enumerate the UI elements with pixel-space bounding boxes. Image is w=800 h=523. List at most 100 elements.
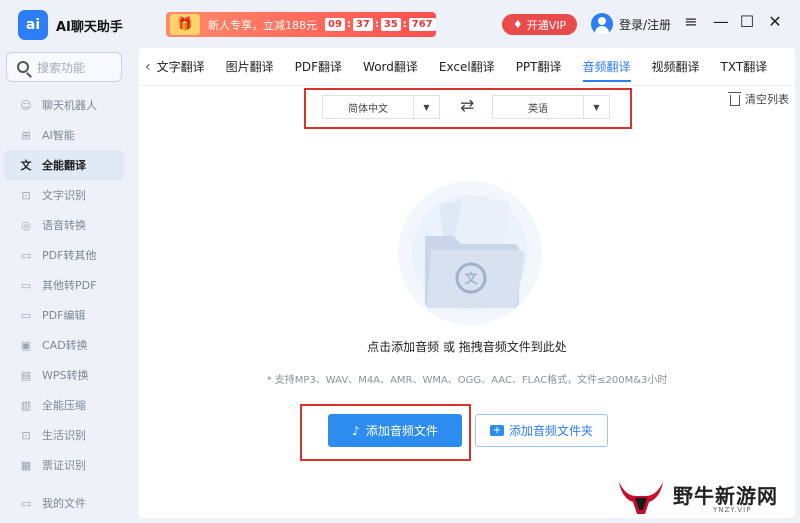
chevron-down-icon[interactable]: ▼ [413,96,439,118]
sidebar-item[interactable]: ▭ 其他转PDF [4,270,124,300]
sidebar-item[interactable]: ▭ PDF编辑 [4,300,124,330]
sidebar-item[interactable]: ▦ 票证识别 [4,450,124,480]
search-icon [17,61,29,73]
trash-icon [728,91,741,106]
target-language-value: 英语 [528,103,548,115]
text-ocr-icon: ⊡ [21,188,31,202]
sidebar-item-label: AI智能 [42,129,75,142]
folder-plus-icon: + [489,425,504,436]
menu-icon[interactable]: ≡ [680,12,702,31]
watermark-sub: YNZY.VIP [713,506,752,514]
promo-countdown: 09 : 37 : 35 : 767 [325,18,436,31]
sidebar-item[interactable]: ⊡ 文字识别 [4,180,124,210]
sidebar-item-label: 我的文件 [42,497,86,510]
robot-icon: ☺ [20,98,32,112]
tab[interactable]: Word翻译 [363,48,418,86]
sidebar: 搜索功能 ☺ 聊天机器人 ⊞ AI智能文全能翻译 ⊡ 文字识别 ◎ 语音转换 ▭ PDF转其他 ▭ 其… [0,48,133,523]
pdf-edit-icon: ▭ [20,308,32,322]
add-audio-file-label: 添加音频文件 [365,424,438,438]
cad-icon: ▣ [20,338,32,352]
sidebar-item-my-files[interactable]: ▭ 我的文件 [4,488,86,518]
swap-languages-icon[interactable]: ⇄ [460,96,474,116]
add-audio-folder-button[interactable]: + 添加音频文件夹 [475,414,608,447]
voice-icon: ◎ [21,218,31,232]
add-audio-folder-label: 添加音频文件夹 [508,424,593,438]
sidebar-item-label: PDF编辑 [42,309,86,322]
promo-text: 新人专享，立减188元 [208,18,317,32]
watermark: 野牛新游网 YNZY.VIP [615,478,795,518]
compress-icon: ▥ [20,398,32,412]
dropzone-hint: 点击添加音频 或 拖拽音频文件到此处 [367,340,567,354]
tab[interactable]: 图片翻译 [226,48,274,86]
sidebar-nav: ☺ 聊天机器人 ⊞ AI智能文全能翻译 ⊡ 文字识别 ◎ 语音转换 ▭ PDF转其他 ▭ 其他转PDF… [4,90,124,480]
diamond-icon: ♦ [512,18,523,31]
maximize-icon[interactable]: ☐ [736,12,758,31]
sidebar-item-label: 全能压缩 [42,399,86,412]
countdown-ms: 767 [408,18,436,31]
search-box[interactable]: 搜索功能 [6,52,122,82]
sidebar-item[interactable]: ▣ CAD转换 [4,330,124,360]
sidebar-item-label: 全能翻译 [42,159,86,172]
translate-icon: 文 [20,159,32,172]
vip-button[interactable]: ♦ 开通VIP [502,14,577,35]
minimize-icon[interactable]: — [710,12,732,31]
countdown-minutes: 37 [352,18,373,31]
sidebar-item[interactable]: ▥ 全能压缩 [4,390,124,420]
login-label: 登录/注册 [619,17,672,32]
app-logo: ai AI聊天助手 [18,10,123,40]
sidebar-item-label: 票证识别 [42,459,86,472]
sidebar-item[interactable]: ▤ WPS转换 [4,360,124,390]
sidebar-item[interactable]: ☺ 聊天机器人 [4,90,124,120]
promo-banner[interactable]: 🎁 新人专享，立减188元 09 : 37 : 35 : 767 [166,12,436,37]
sidebar-item-label: PDF转其他 [42,249,97,262]
countdown-hours: 09 [325,18,345,31]
ai-icon: ⊞ [21,128,31,142]
sidebar-item-label: CAD转换 [42,339,88,352]
main-panel: ‹ 文字翻译 图片翻译 PDF翻译 Word翻译 Excel翻译 PPT翻译 音频翻译 视频翻… [139,48,795,518]
source-language-value: 简体中文 [348,103,388,115]
app-logo-icon: ai [18,10,48,40]
sidebar-item-label: 语音转换 [42,219,86,232]
illustration-glyph: 文 [464,271,478,287]
watermark-text: 野牛新游网 [673,484,778,508]
target-language-select[interactable]: 英语 ▼ [492,95,610,119]
chevron-left-icon[interactable]: ‹ [145,59,151,75]
tab[interactable]: Excel翻译 [439,48,495,86]
sidebar-item[interactable]: ⊞ AI智能 [4,120,124,150]
chevron-down-icon[interactable]: ▼ [583,96,609,118]
title-bar: ai AI聊天助手 🎁 新人专享，立减188元 09 : 37 : 35 : 7… [0,0,800,48]
sidebar-item-label: 聊天机器人 [42,99,97,112]
audio-folder-illustration[interactable]: 文 [385,178,555,328]
clear-list-label: 清空列表 [745,93,789,106]
tab[interactable]: 文字翻译 [157,48,205,86]
life-scan-icon: ⊡ [21,428,31,442]
translate-tabs: ‹ 文字翻译 图片翻译 PDF翻译 Word翻译 Excel翻译 PPT翻译 音频翻译 视频翻… [139,48,795,86]
language-selector-highlight: 简体中文 ▼ ⇄ 英语 ▼ [304,88,632,129]
clear-list-button[interactable]: 清空列表 [728,91,789,107]
tab[interactable]: 视频翻译 [652,48,700,86]
wps-icon: ▤ [20,368,32,382]
pdf-convert-icon: ▭ [20,248,32,262]
sidebar-item[interactable]: ⊡ 生活识别 [4,420,124,450]
source-language-select[interactable]: 简体中文 ▼ [322,95,440,119]
user-avatar-icon [591,13,613,35]
tab[interactable]: 音频翻译 [582,48,631,86]
gift-icon: 🎁 [170,14,200,35]
vip-label: 开通VIP [526,18,567,32]
sidebar-item[interactable]: ▭ PDF转其他 [4,240,124,270]
to-pdf-icon: ▭ [20,278,32,292]
tab[interactable]: PDF翻译 [295,48,342,86]
tab[interactable]: TXT翻译 [721,48,768,86]
tab[interactable]: PPT翻译 [516,48,562,86]
ticket-scan-icon: ▦ [20,458,32,472]
close-icon[interactable]: ✕ [764,12,786,31]
music-note-icon: ♪ [352,423,360,438]
add-audio-file-button[interactable]: ♪ 添加音频文件 [328,414,462,447]
sidebar-item-label: WPS转换 [42,369,89,382]
sidebar-item[interactable]: ◎ 语音转换 [4,210,124,240]
sidebar-item[interactable]: 文全能翻译 [4,150,124,180]
sidebar-item-label: 其他转PDF [42,279,97,292]
login-button[interactable]: 登录/注册 [591,13,671,35]
search-input[interactable]: 搜索功能 [37,59,85,76]
sidebar-item-label: 生活识别 [42,429,86,442]
